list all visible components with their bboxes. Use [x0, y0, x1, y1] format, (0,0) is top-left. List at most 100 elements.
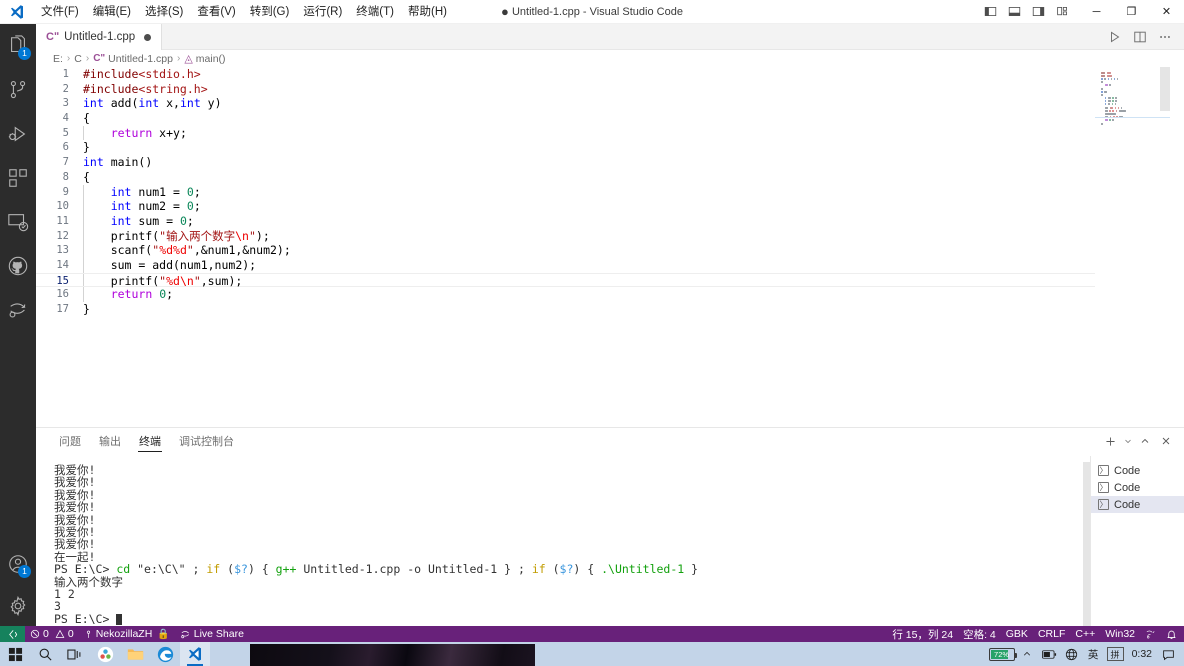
code-line[interactable]: 13 scanf("%d%d",&num1,&num2);: [36, 243, 1095, 258]
activity-explorer[interactable]: 1: [0, 24, 36, 68]
activity-live-share[interactable]: [0, 288, 36, 332]
terminal-list-item[interactable]: 〉 Code: [1091, 479, 1184, 496]
status-notifications[interactable]: [1161, 626, 1182, 642]
status-remote-indicator[interactable]: [0, 626, 25, 642]
panel-tab-problems[interactable]: 问题: [50, 428, 90, 456]
tray-clock[interactable]: 0:32: [1128, 648, 1156, 660]
status-language-mode[interactable]: C++: [1070, 626, 1100, 642]
taskbar-background-photo: [250, 644, 535, 666]
panel-tab-debug-console[interactable]: 调试控制台: [170, 428, 243, 456]
minimize-button[interactable]: ─: [1079, 0, 1114, 24]
breadcrumb-item-file[interactable]: Untitled-1.cpp: [108, 53, 173, 65]
minimap[interactable]: [1095, 67, 1170, 427]
code-line[interactable]: 1 #include<stdio.h>: [36, 67, 1095, 82]
status-live-share[interactable]: Live Share: [175, 626, 249, 642]
maximize-button[interactable]: ❐: [1114, 0, 1149, 24]
split-editor-button[interactable]: [1129, 26, 1151, 48]
tray-ime-language[interactable]: 英: [1084, 643, 1103, 665]
code-line[interactable]: 9 int num1 = 0;: [36, 184, 1095, 200]
minimap-slider[interactable]: [1160, 67, 1170, 111]
code-line[interactable]: 2 #include<string.h>: [36, 82, 1095, 97]
panel-tab-output[interactable]: 输出: [90, 428, 130, 456]
customize-layout-icon[interactable]: [1051, 1, 1073, 23]
breadcrumb-item-folder[interactable]: C: [74, 53, 82, 65]
code-line[interactable]: 5 return x+y;: [36, 125, 1095, 141]
terminal-scrollbar-thumb[interactable]: [1083, 462, 1090, 627]
breadcrumb-item-symbol[interactable]: main(): [196, 53, 226, 65]
close-panel-button[interactable]: [1156, 431, 1176, 451]
terminal-token: ) {: [247, 562, 276, 577]
code-line[interactable]: 4{: [36, 111, 1095, 126]
tray-network-icon[interactable]: [1062, 643, 1081, 665]
taskbar-task-view-button[interactable]: [60, 642, 90, 666]
taskbar-file-explorer[interactable]: [120, 642, 150, 666]
status-encoding[interactable]: GBK: [1001, 626, 1033, 642]
more-actions-button[interactable]: [1154, 26, 1176, 48]
code-line[interactable]: 3 int add(int x,int y): [36, 96, 1095, 111]
code-line[interactable]: 16 return 0;: [36, 287, 1095, 302]
indent-guide: [83, 125, 84, 141]
activity-extensions[interactable]: [0, 156, 36, 200]
terminal-scrollbar[interactable]: [1083, 456, 1090, 627]
code-line[interactable]: 15 printf("%d\n",sum);: [36, 272, 1095, 288]
code-line[interactable]: 17}: [36, 302, 1095, 317]
code-line[interactable]: 10 int num2 = 0;: [36, 199, 1095, 214]
new-terminal-button[interactable]: [1100, 431, 1120, 451]
menu-help[interactable]: 帮助(H): [401, 0, 454, 24]
editor-tab-dirty-indicator[interactable]: [144, 33, 152, 41]
menu-run[interactable]: 运行(R): [296, 0, 349, 24]
tray-battery-status-icon[interactable]: [1040, 643, 1059, 665]
terminal-output[interactable]: 我爱你! 我爱你! 我爱你! 我爱你! 我爱你! 我爱你! 我爱你! 在一起! PS E:\C>…: [36, 456, 1090, 626]
tray-battery-icon[interactable]: 72%: [988, 647, 1017, 661]
taskbar-app-qq[interactable]: [90, 642, 120, 666]
code-content[interactable]: 1 #include<stdio.h> 2 #include<string.h> 3 in…: [36, 67, 1095, 427]
menu-go[interactable]: 转到(G): [243, 0, 297, 24]
menu-selection[interactable]: 选择(S): [138, 0, 190, 24]
menu-view[interactable]: 查看(V): [190, 0, 242, 24]
taskbar-start-button[interactable]: [0, 642, 30, 666]
action-center-icon[interactable]: [1159, 643, 1178, 665]
run-code-button[interactable]: [1104, 26, 1126, 48]
activity-settings[interactable]: [0, 586, 36, 626]
editor-tab-untitled-1-cpp[interactable]: Cʺ Untitled-1.cpp: [36, 24, 163, 50]
status-platform[interactable]: Win32: [1100, 626, 1140, 642]
tray-ime-mode[interactable]: 拼: [1106, 643, 1125, 665]
status-problems[interactable]: 0 0: [25, 626, 79, 642]
code-line[interactable]: 14 sum = add(num1,num2);: [36, 257, 1095, 273]
status-cursor-position[interactable]: 行 15，列 24: [887, 626, 958, 642]
taskbar-search-button[interactable]: [30, 642, 60, 666]
line-number: 5: [62, 126, 69, 139]
menu-file[interactable]: 文件(F): [34, 0, 86, 24]
status-indentation[interactable]: 空格: 4: [958, 626, 1001, 642]
code-line[interactable]: 8{: [36, 170, 1095, 185]
menu-edit[interactable]: 编辑(E): [86, 0, 138, 24]
chevron-up-icon[interactable]: [1018, 643, 1037, 665]
code-line[interactable]: 6}: [36, 140, 1095, 155]
taskbar-vscode[interactable]: [180, 642, 210, 666]
terminal-list-item[interactable]: 〉 Code: [1091, 462, 1184, 479]
terminal-profile-dropdown[interactable]: [1121, 431, 1134, 451]
status-feedback[interactable]: [1140, 626, 1161, 642]
editor-vertical-scrollbar[interactable]: [1170, 67, 1184, 427]
activity-github[interactable]: [0, 244, 36, 288]
code-line[interactable]: 12 printf("输入两个数字\n");: [36, 228, 1095, 244]
panel-tab-terminal[interactable]: 终端: [130, 428, 170, 456]
status-source-control[interactable]: NekozillaZH 🔒: [79, 626, 175, 642]
activity-accounts[interactable]: 1: [0, 542, 36, 586]
menu-terminal[interactable]: 终端(T): [349, 0, 401, 24]
toggle-panel-icon[interactable]: [1003, 1, 1025, 23]
activity-source-control[interactable]: [0, 68, 36, 112]
breadcrumb-item-drive[interactable]: E:: [53, 53, 63, 65]
activity-remote-explorer[interactable]: [0, 200, 36, 244]
code-line[interactable]: 7 int main(): [36, 155, 1095, 170]
close-button[interactable]: ✕: [1149, 0, 1184, 24]
terminal-list-item[interactable]: 〉 Code: [1091, 496, 1184, 513]
activity-run-debug[interactable]: [0, 112, 36, 156]
toggle-secondary-sidebar-icon[interactable]: [1027, 1, 1049, 23]
taskbar-edge[interactable]: [150, 642, 180, 666]
terminal-token: ) {: [573, 562, 602, 577]
toggle-primary-sidebar-icon[interactable]: [979, 1, 1001, 23]
code-line[interactable]: 11 int sum = 0;: [36, 213, 1095, 229]
status-eol[interactable]: CRLF: [1033, 626, 1070, 642]
maximize-panel-button[interactable]: [1135, 431, 1155, 451]
